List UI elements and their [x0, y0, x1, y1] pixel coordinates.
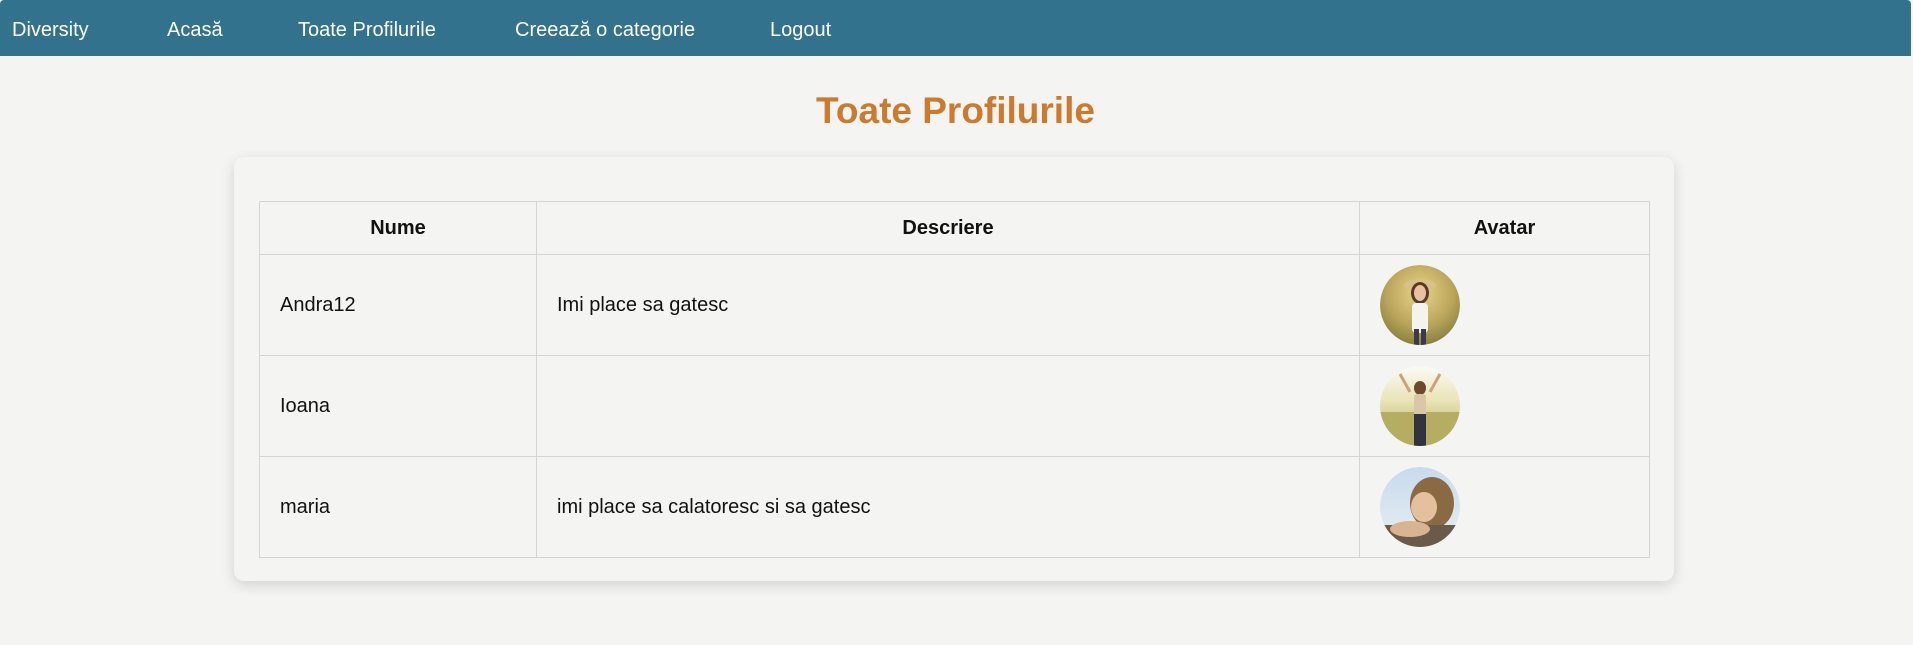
avatar-image [1380, 467, 1460, 547]
table-row: Andra12 Imi place sa gatesc [259, 254, 1650, 356]
profile-description: imi place sa calatoresc si sa gatesc [536, 456, 1360, 558]
column-header-description: Descriere [536, 201, 1360, 255]
profile-avatar-cell [1359, 456, 1650, 558]
profiles-card: Nume Descriere Avatar Andra12 Imi place … [234, 157, 1674, 581]
brand-link[interactable]: Diversity [12, 18, 89, 42]
profile-name: maria [259, 456, 537, 558]
table-row: maria imi place sa calatoresc si sa gate… [259, 456, 1650, 558]
top-navbar: Diversity Acasă Toate Profilurile Creeaz… [0, 0, 1911, 56]
avatar-image [1380, 366, 1460, 446]
column-header-avatar: Avatar [1359, 201, 1650, 255]
nav-home-link[interactable]: Acasă [167, 18, 223, 42]
nav-profiles-link[interactable]: Toate Profilurile [298, 18, 436, 42]
column-header-name: Nume [259, 201, 537, 255]
avatar-image [1380, 265, 1460, 345]
profile-name: Andra12 [259, 254, 537, 356]
profile-name: Ioana [259, 355, 537, 457]
page-title: Toate Profilurile [816, 90, 1095, 131]
nav-create-category-link[interactable]: Creează o categorie [515, 18, 695, 42]
table-row: Ioana [259, 355, 1650, 457]
nav-logout-link[interactable]: Logout [770, 18, 831, 42]
profile-avatar-cell [1359, 254, 1650, 356]
profiles-table: Nume Descriere Avatar Andra12 Imi place … [259, 201, 1650, 558]
profile-avatar-cell [1359, 355, 1650, 457]
table-header-row: Nume Descriere Avatar [259, 201, 1650, 255]
profile-description [536, 355, 1360, 457]
profile-description: Imi place sa gatesc [536, 254, 1360, 356]
